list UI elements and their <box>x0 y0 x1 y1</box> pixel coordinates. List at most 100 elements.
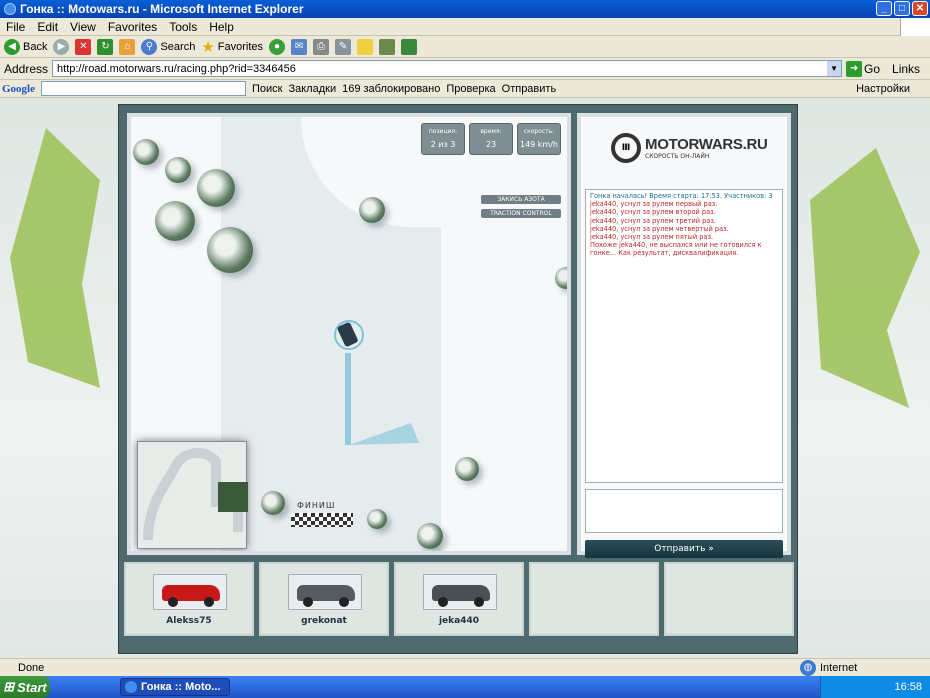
chat-input[interactable] <box>585 489 783 533</box>
windows-flag-icon <box>900 18 930 36</box>
position-value: 2 из 3 <box>430 140 456 149</box>
research-icon[interactable] <box>379 38 396 55</box>
address-bar: Address http://road.motorwars.ru/racing.… <box>0 58 930 80</box>
racer-card[interactable]: jeka440 <box>394 562 524 636</box>
chat-line: jeka440, уснул за рулем четвертый раз. <box>590 224 729 233</box>
game-frame: позиция: 2 из 3 время: 23 скорость: 149 … <box>118 104 798 654</box>
tree <box>197 169 235 207</box>
links-button[interactable]: Links <box>892 62 920 76</box>
taskbar: ⊞ Start Гонка :: Moto... 16:58 <box>0 676 930 698</box>
speed-value: 149 km/h <box>519 140 558 149</box>
chat-line: jeka440, уснул за рулем пятый раз. <box>590 233 714 242</box>
menu-help[interactable]: Help <box>203 20 240 34</box>
hud-speed: скорость: 149 km/h <box>517 123 561 155</box>
decor-leaf-left <box>10 128 100 388</box>
google-bookmarks[interactable]: Закладки <box>288 83 336 95</box>
minimap <box>137 441 248 549</box>
racer-card[interactable]: grekonat <box>259 562 389 636</box>
hud-time: время: 23 <box>469 123 513 155</box>
side-panel: Ⅲ MOTORWARS.RU СКОРОСТЬ ОН-ЛАЙН Гонка на… <box>577 113 791 558</box>
address-url: http://road.motorwars.ru/racing.php?rid=… <box>57 62 296 75</box>
google-settings[interactable]: Настройки <box>856 83 930 95</box>
web-page: позиция: 2 из 3 время: 23 скорость: 149 … <box>0 98 930 658</box>
security-zone: ◍ Internet <box>800 659 857 676</box>
car-image <box>153 574 227 610</box>
ie-icon <box>125 681 137 693</box>
send-button[interactable]: Отправить » <box>585 540 783 558</box>
close-button[interactable]: ✕ <box>912 1 928 16</box>
tree <box>207 227 253 273</box>
tree <box>455 457 479 481</box>
search-icon: ⚲ <box>141 38 158 55</box>
racer-slots: Alekss75 grekonat jeka440 <box>124 562 794 636</box>
race-track[interactable]: позиция: 2 из 3 время: 23 скорость: 149 … <box>127 113 571 555</box>
edit-icon[interactable]: ✎ <box>335 38 352 55</box>
print-icon[interactable]: ⎙ <box>313 38 330 55</box>
globe-icon: ◍ <box>800 659 816 676</box>
search-button[interactable]: ⚲ Search <box>141 38 195 55</box>
racer-card[interactable]: Alekss75 <box>124 562 254 636</box>
tree <box>261 491 285 515</box>
menu-favorites[interactable]: Favorites <box>102 20 163 34</box>
google-search-button[interactable]: Поиск <box>252 83 282 95</box>
mail-icon[interactable]: ✉ <box>291 38 308 55</box>
wheel <box>474 597 484 607</box>
steering-wheel-icon: Ⅲ <box>611 133 641 163</box>
status-bar: Done ◍ Internet <box>0 658 930 676</box>
google-toolbar: Google Поиск Закладки 169 заблокировано … <box>0 80 930 98</box>
empty-slot <box>664 562 794 636</box>
racer-name: grekonat <box>301 616 347 626</box>
menu-tools[interactable]: Tools <box>163 20 203 34</box>
go-arrow-icon: ➜ <box>846 60 863 77</box>
wheel <box>204 597 214 607</box>
popup-blocked[interactable]: 169 заблокировано <box>342 83 440 95</box>
start-button[interactable]: ⊞ Start <box>0 676 50 698</box>
nitro-button[interactable]: ЗАКИСЬ АЗОТА <box>481 195 561 204</box>
menu-edit[interactable]: Edit <box>31 20 64 34</box>
racer-name: jeka440 <box>438 616 480 626</box>
traction-control-button[interactable]: TRACTION CONTROL <box>481 209 561 218</box>
chevron-down-icon[interactable]: ▼ <box>827 61 842 76</box>
back-arrow-icon: ◀ <box>4 38 20 55</box>
media-icon[interactable]: ● <box>269 38 286 55</box>
menu-view[interactable]: View <box>64 20 102 34</box>
forward-arrow-icon: ▶ <box>53 38 70 55</box>
spellcheck-button[interactable]: Проверка <box>446 83 495 95</box>
back-button[interactable]: ◀ Back <box>4 38 47 55</box>
clock: 16:58 <box>894 681 922 693</box>
stop-icon[interactable]: ✕ <box>75 38 92 55</box>
chat-line: jeka440, уснул за рулем первый раз. <box>590 200 718 209</box>
minimap-track <box>143 448 248 541</box>
discuss-icon[interactable] <box>357 38 374 55</box>
google-send-button[interactable]: Отправить <box>502 83 557 95</box>
maximize-button[interactable]: □ <box>894 1 910 16</box>
status-text: Done <box>18 661 45 674</box>
empty-slot <box>529 562 659 636</box>
finish-label: ФИНИШ <box>297 501 336 510</box>
menu-file[interactable]: File <box>0 20 31 34</box>
taskbar-ie-window[interactable]: Гонка :: Moto... <box>120 678 230 696</box>
window-title: Гонка :: Motowars.ru - Microsoft Interne… <box>20 2 304 16</box>
chat-line: jeka440, уснул за рулем второй раз. <box>590 208 716 217</box>
standard-toolbar: ◀ Back ▶ ✕ ↻ ⌂ ⚲ Search ★ Favorites ● ✉ ⎙ ✎ <box>0 36 930 58</box>
car-image <box>288 574 362 610</box>
messenger-icon[interactable] <box>401 38 418 55</box>
go-button[interactable]: ➜ Go <box>846 60 880 77</box>
favorites-button[interactable]: ★ Favorites <box>201 38 263 56</box>
home-icon[interactable]: ⌂ <box>119 38 136 55</box>
tree <box>367 509 387 529</box>
system-tray: 16:58 <box>820 676 930 698</box>
google-search-input[interactable] <box>41 81 246 96</box>
chat-log: Гонка началась! Время старта: 17:53. Уча… <box>585 189 783 483</box>
windows-logo-icon: ⊞ <box>3 679 15 694</box>
refresh-icon[interactable]: ↻ <box>97 38 114 55</box>
decor-leaf-right <box>810 148 920 408</box>
minimize-button[interactable]: _ <box>876 1 892 16</box>
tree <box>417 523 443 549</box>
time-value: 23 <box>485 140 497 149</box>
tree <box>555 267 567 289</box>
address-field[interactable]: http://road.motorwars.ru/racing.php?rid=… <box>52 60 843 77</box>
forward-button[interactable]: ▶ <box>53 38 70 55</box>
car-image <box>423 574 497 610</box>
star-icon: ★ <box>201 38 215 56</box>
